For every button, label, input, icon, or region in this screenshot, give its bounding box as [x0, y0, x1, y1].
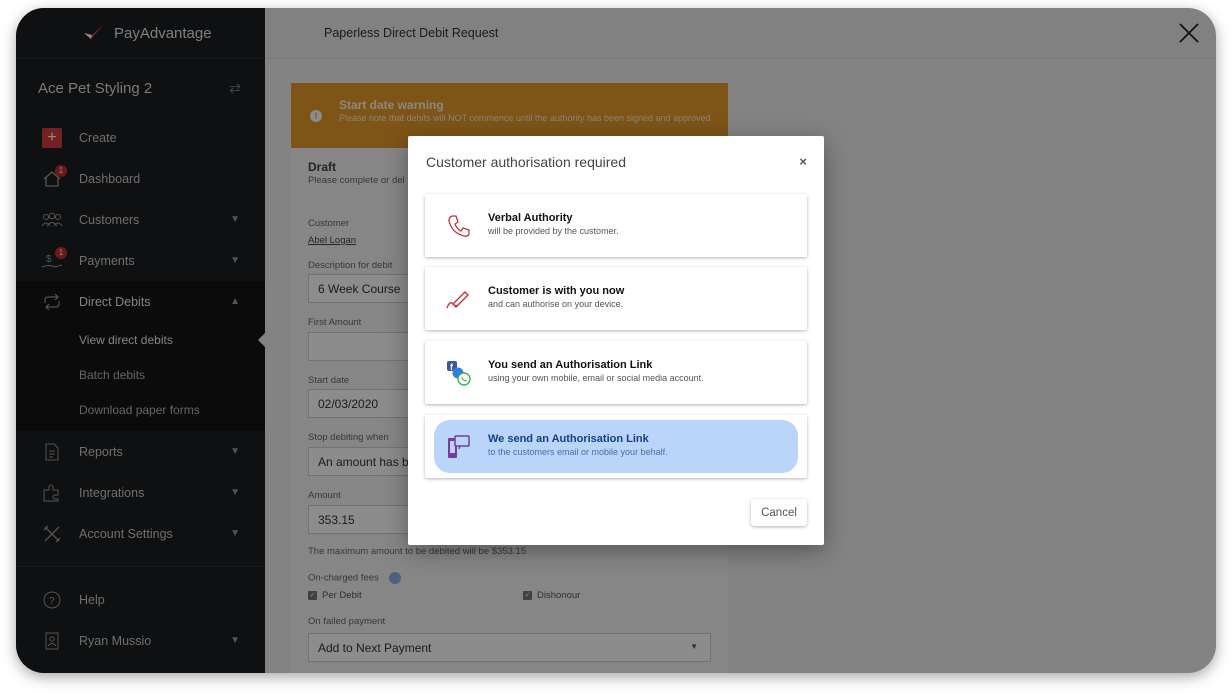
option-title: Verbal Authority — [488, 212, 573, 224]
modal-title: Customer authorisation required — [426, 154, 626, 170]
option-subtitle: and can authorise on your device. — [488, 299, 624, 309]
phone-icon — [445, 212, 473, 240]
option-we-send-link[interactable]: We send an Authorisation Link to the cus… — [425, 415, 807, 478]
close-icon[interactable]: × — [799, 154, 807, 169]
authorisation-modal: Customer authorisation required × Verbal… — [408, 136, 824, 545]
option-customer-with-you[interactable]: Customer is with you now and can authori… — [425, 267, 807, 330]
option-title: We send an Authorisation Link — [488, 433, 649, 445]
option-title: Customer is with you now — [488, 285, 625, 297]
option-verbal-authority[interactable]: Verbal Authority will be provided by the… — [425, 194, 807, 257]
social-apps-icon: f — [445, 359, 473, 387]
option-subtitle: using your own mobile, email or social m… — [488, 373, 704, 383]
devices-icon — [445, 433, 473, 461]
option-title: You send an Authorisation Link — [488, 359, 653, 371]
option-subtitle: to the customers email or mobile your be… — [488, 447, 668, 457]
pen-icon — [445, 285, 473, 313]
option-you-send-link[interactable]: f You send an Authorisation Link using y… — [425, 341, 807, 404]
app-window: PayAdvantage Ace Pet Styling 2 ⇄ + Creat… — [16, 8, 1216, 673]
option-subtitle: will be provided by the customer. — [488, 226, 619, 236]
cancel-button[interactable]: Cancel — [751, 499, 807, 526]
